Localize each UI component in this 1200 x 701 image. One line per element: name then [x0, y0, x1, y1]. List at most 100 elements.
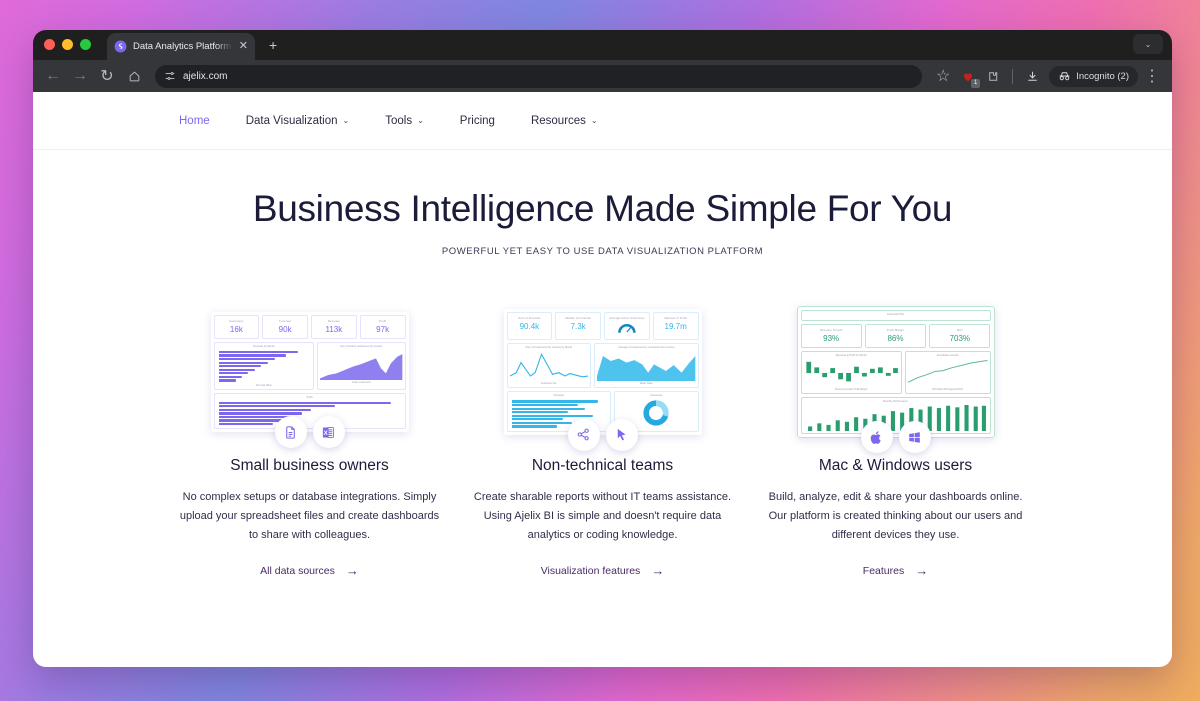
kpi-roi: ROI 703% — [929, 324, 991, 348]
cta-all-data-sources[interactable]: All data sources → — [260, 563, 359, 578]
forward-icon[interactable]: → — [68, 64, 92, 88]
apple-icon — [860, 421, 893, 453]
arrow-right-icon: → — [345, 563, 359, 578]
panel-legend: Mean Value — [640, 382, 653, 386]
home-icon[interactable] — [122, 64, 146, 88]
panel-customers-by-month: Sum of Customers No Country by Month Cus… — [506, 343, 592, 389]
document-icon — [274, 416, 307, 449]
browser-window: Data Analytics Platform: AI Ex ✕ + ⌄ ← →… — [33, 30, 1172, 667]
gauge-icon — [618, 324, 636, 334]
cta-features[interactable]: Features → — [863, 563, 928, 578]
maximize-window-button[interactable] — [80, 39, 91, 50]
extensions-puzzle-icon[interactable] — [981, 64, 1005, 88]
panel-legend: Customers No. — [540, 382, 557, 386]
browser-tab-strip: Data Analytics Platform: AI Ex ✕ + ⌄ — [33, 30, 1172, 60]
kpi-profit-margin: Profit Margin 86% — [864, 324, 927, 348]
browser-toolbar: ← → ↻ ajelix.com ☆ 1 Incognito (2) ⋮ — [33, 60, 1172, 92]
chevron-down-icon: ⌄ — [417, 116, 424, 125]
panel-cumulative-growth: Cumulative Growth ROI Ratio ROI Signed R… — [904, 351, 991, 394]
incognito-indicator[interactable]: Incognito (2) — [1049, 65, 1138, 87]
feature-card-small-business: Customers 16k Forecast 90k Revenue 113k — [163, 299, 456, 579]
card-title: Small business owners — [230, 457, 389, 474]
kpi-label: Median of Forecast — [565, 316, 591, 321]
area-chart — [320, 353, 403, 380]
arrow-right-icon: → — [915, 563, 929, 578]
kpi-value: 703% — [949, 334, 971, 343]
new-tab-button[interactable]: + — [269, 37, 277, 60]
cta-visualization-features[interactable]: Visualization features → — [541, 563, 665, 578]
kpi-row: Revenue Growth 93% Profit Margin 86% ROI… — [800, 324, 991, 348]
card-body: Build, analyze, edit & share your dashbo… — [768, 491, 1023, 541]
dashboard-header: Financial KPIs — [800, 310, 991, 321]
ajelix-logo-icon — [114, 40, 127, 53]
page-title: Business Intelligence Made Simple For Yo… — [252, 188, 953, 229]
card-body: Create sharable reports without IT teams… — [473, 491, 732, 541]
toolbar-actions: ☆ 1 Incognito (2) ⋮ — [931, 64, 1164, 88]
nav-item-tools-label: Tools — [385, 114, 413, 127]
nav-item-home-label: Home — [179, 114, 210, 127]
nav-item-resources-label: Resources — [530, 114, 586, 127]
close-tab-button[interactable]: ✕ — [239, 41, 248, 52]
kpi-value: 113k — [325, 324, 343, 334]
browser-tab[interactable]: Data Analytics Platform: AI Ex ✕ — [107, 33, 255, 60]
bookmark-star-icon[interactable]: ☆ — [931, 64, 955, 88]
kpi-label: Forecast — [279, 318, 291, 323]
panel-revenue-profit: Revenue & Profit by Month Revenue Growth… — [800, 351, 902, 394]
kpi-value: 93% — [823, 334, 840, 343]
feature-cards: Customers 16k Forecast 90k Revenue 113k — [33, 299, 1172, 579]
kpi-label: Customers — [229, 318, 244, 323]
excel-icon: X — [312, 416, 345, 449]
browser-menu-icon[interactable]: ⋮ — [1140, 64, 1164, 88]
back-icon[interactable]: ← — [41, 64, 65, 88]
minimize-window-button[interactable] — [62, 39, 73, 50]
window-collapse-button[interactable]: ⌄ — [1133, 34, 1163, 54]
kpi-value: 86% — [887, 334, 904, 343]
nav-item-data-visualization[interactable]: Data Visualization ⌄ — [246, 115, 350, 127]
panel-legend: Active Customers — [351, 380, 371, 384]
downloads-icon[interactable] — [1020, 64, 1044, 88]
kpi-sum-of-forecast: Sum of Forecast 90.4k — [506, 312, 553, 341]
dashboard-illustration-purple: Customers 16k Forecast 90k Revenue 113k — [163, 299, 456, 449]
area-chart — [597, 356, 696, 382]
window-traffic-lights — [44, 30, 91, 60]
kpi-label: ROI — [957, 328, 963, 332]
nav-item-resources[interactable]: Resources ⌄ — [531, 115, 598, 127]
kpi-label: Variance of Profit — [664, 316, 688, 321]
dashboard-header-title: Financial KPIs — [887, 313, 904, 316]
site-navigation: Home Data Visualization ⌄ Tools ⌄ Pricin… — [33, 92, 1172, 150]
kpi-value: 19.7m — [664, 322, 687, 332]
kpi-revenue-growth: Revenue Growth 93% — [800, 324, 862, 348]
site-settings-icon[interactable] — [164, 70, 176, 82]
feature-card-mac-windows: Financial KPIs Revenue Growth 93% Profit… — [749, 299, 1042, 579]
chevron-down-icon: ⌄ — [590, 116, 598, 125]
waterfall-chart — [803, 361, 899, 382]
card-title: Mac & Windows users — [818, 457, 973, 474]
nav-item-pricing[interactable]: Pricing — [460, 115, 495, 127]
kpi-median-of-forecast: Median of Forecast 7.3k — [555, 312, 601, 341]
donut-chart — [643, 400, 669, 426]
badge-group: X — [274, 416, 345, 449]
dashboard-illustration-green: Financial KPIs Revenue Growth 93% Profit… — [749, 299, 1042, 453]
address-bar[interactable]: ajelix.com — [155, 64, 923, 88]
badge-group — [567, 418, 638, 451]
panel-forecast-by-month: Forecast by Month Forecast Value — [213, 341, 315, 390]
panel-active-customers: Sum of Active Customers by Country Activ… — [317, 341, 406, 390]
reload-icon[interactable]: ↻ — [95, 64, 119, 88]
kpi-label: Revenue Growth — [819, 328, 843, 332]
dashboard-illustration-blue: Sum of Forecast 90.4k Median of Forecast… — [456, 299, 749, 451]
kpi-average-active-customers: Average Active Customers — [604, 312, 650, 341]
panel-legend: Forecast Value — [255, 383, 272, 387]
chevron-down-icon: ⌄ — [342, 116, 350, 125]
panel-average-customers: Average of Customers by Customers No Cou… — [594, 343, 699, 389]
browser-tab-title: Data Analytics Platform: AI Ex — [133, 41, 233, 52]
kpi-row: Customers 16k Forecast 90k Revenue 113k — [213, 314, 406, 339]
nav-item-tools[interactable]: Tools ⌄ — [385, 115, 424, 127]
extension-icon[interactable]: 1 — [957, 65, 981, 88]
close-window-button[interactable] — [44, 39, 55, 50]
cta-label: All data sources — [260, 564, 335, 577]
panel-legend: Revenue Growth Profit Margin — [835, 388, 868, 391]
nav-item-pricing-label: Pricing — [459, 114, 495, 127]
nav-item-home[interactable]: Home — [179, 115, 210, 127]
kpi-value: 97k — [376, 324, 390, 334]
kpi-customers: Customers 16k — [213, 314, 260, 339]
